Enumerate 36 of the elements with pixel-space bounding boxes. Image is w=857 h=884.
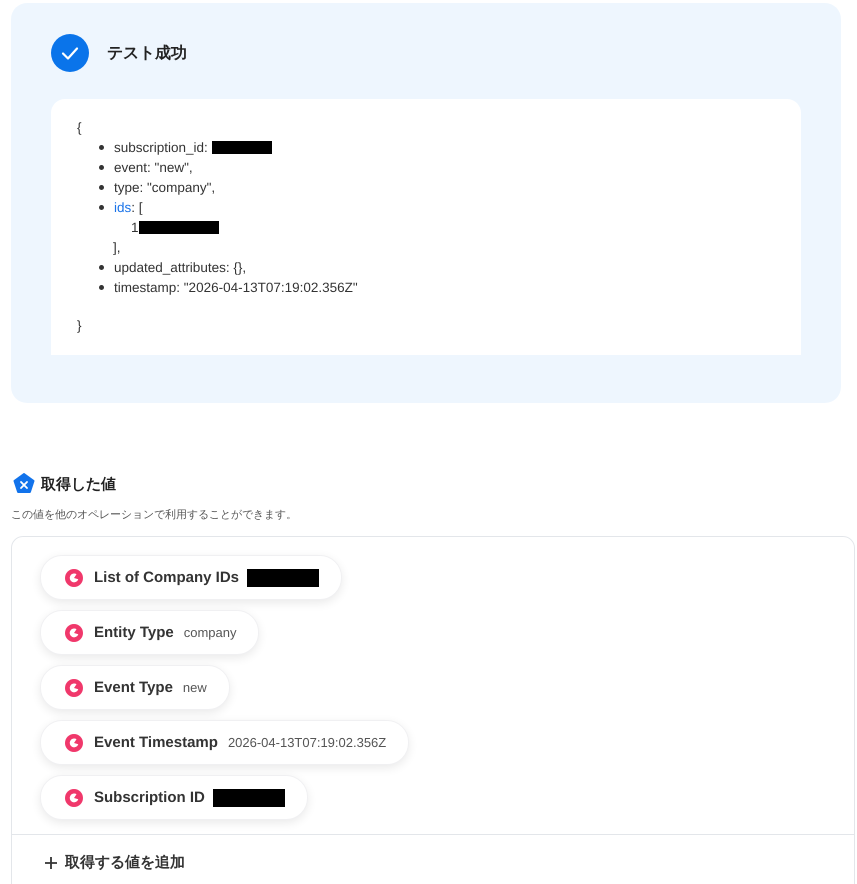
app-icon xyxy=(64,732,84,752)
app-icon xyxy=(64,622,84,642)
bullet-icon xyxy=(99,204,104,210)
value-text: 2026-04-13T07:19:02.356Z xyxy=(228,735,386,750)
value-chip[interactable]: Subscription ID xyxy=(40,775,308,820)
code-line: updated_attributes: {}, xyxy=(114,260,246,274)
bullet-icon xyxy=(99,164,104,170)
value-chip[interactable]: Event Timestamp 2026-04-13T07:19:02.356Z xyxy=(40,720,410,765)
section-description: この値を他のオペレーションで利用することができます。 xyxy=(11,508,298,522)
code-line: subscription_id: xyxy=(114,140,209,154)
app-icon xyxy=(64,788,84,808)
code-line: } xyxy=(77,318,82,332)
code-line: { xyxy=(77,120,82,134)
variable-icon xyxy=(13,473,35,495)
value-chip[interactable]: Event Type new xyxy=(40,665,230,710)
bullet-icon xyxy=(99,144,104,150)
value-chip[interactable]: List of Company IDs xyxy=(40,555,342,600)
plus-icon xyxy=(43,854,59,870)
code-line: event: "new", xyxy=(114,160,193,174)
code-line: type: "company", xyxy=(114,180,216,194)
code-line: : [ xyxy=(131,200,143,214)
code-line: timestamp: "2026-04-13T07:19:02.356Z" xyxy=(114,280,358,294)
bullet-icon xyxy=(99,284,104,290)
result-title: テスト成功 xyxy=(107,44,187,64)
bullet-icon xyxy=(99,264,104,270)
app-icon xyxy=(64,568,84,588)
code-line: 1 xyxy=(131,220,139,234)
value-text: company xyxy=(184,625,236,640)
value-chip[interactable]: Entity Type company xyxy=(40,610,260,655)
section-title: 取得した値 xyxy=(41,474,116,494)
code-line: ], xyxy=(113,240,121,254)
code-link[interactable]: ids xyxy=(114,200,132,214)
bullet-icon xyxy=(99,184,104,190)
app-icon xyxy=(64,678,84,698)
value-text: new xyxy=(182,680,207,695)
add-value-button[interactable]: 取得する値を追加 xyxy=(43,853,185,872)
